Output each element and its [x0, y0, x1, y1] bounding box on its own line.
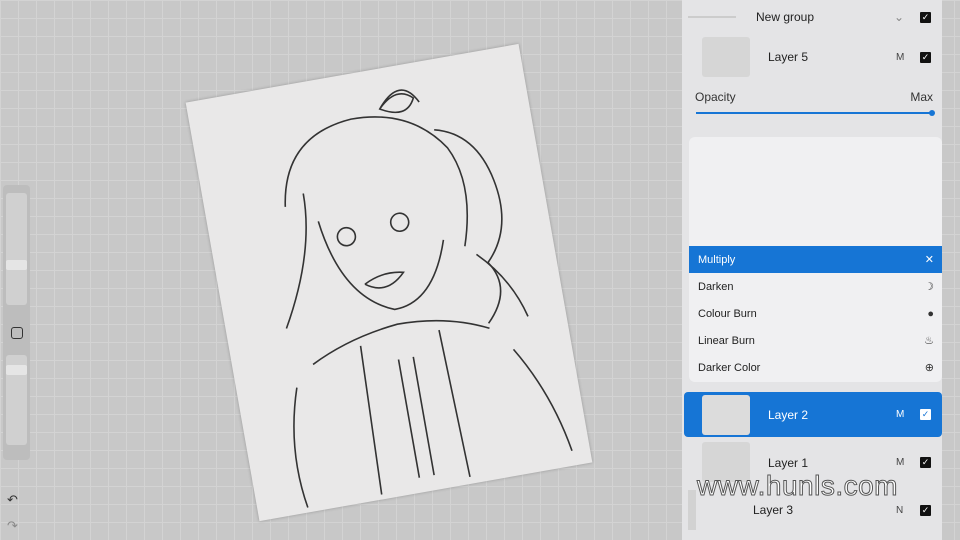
modify-button[interactable] [11, 327, 23, 339]
layer-label: Layer 2 [768, 407, 809, 422]
layer-row-5[interactable]: Layer 5 M ✓ [682, 35, 942, 79]
opacity-slider-handle[interactable] [929, 110, 935, 116]
blend-mode-label: Linear Burn [698, 334, 755, 347]
blend-mode-letter[interactable]: N [896, 505, 903, 516]
visibility-checkbox[interactable]: ✓ [920, 409, 931, 420]
layer-label: Layer 1 [768, 455, 809, 470]
blend-mode-label: Darker Color [698, 361, 761, 374]
brush-size-slider[interactable] [6, 193, 27, 305]
blend-mode-label: Darken [698, 280, 734, 293]
left-sidebar [3, 185, 30, 460]
blend-mode-letter[interactable]: M [896, 457, 904, 468]
moon-icon: ☽ [924, 281, 934, 293]
visibility-checkbox[interactable]: ✓ [920, 51, 931, 63]
group-label: New group [756, 10, 815, 24]
blend-mode-letter[interactable]: M [896, 409, 904, 420]
opacity-value: Max [910, 90, 933, 104]
multiply-icon: ✕ [924, 254, 934, 266]
group-visibility-checkbox[interactable]: ✓ [920, 11, 931, 23]
blend-mode-darker-color[interactable]: Darker Color ⊕ [689, 354, 942, 381]
visibility-checkbox[interactable]: ✓ [920, 504, 931, 516]
opacity-slider[interactable] [696, 112, 934, 114]
burn-icon: ● [927, 307, 934, 320]
blend-mode-multiply[interactable]: Multiply ✕ [689, 246, 942, 273]
blend-mode-menu: Multiply ✕ Darken ☽ Colour Burn ● Linear Bu… [689, 137, 942, 382]
group-line [688, 16, 736, 18]
layer-label: Layer 3 [753, 503, 794, 517]
layer-thumbnail [702, 37, 750, 77]
layer-row-2[interactable]: Layer 2 M ✓ [684, 392, 942, 437]
opacity-handle[interactable] [6, 365, 27, 375]
brush-size-handle[interactable] [6, 260, 27, 270]
layer-group-row[interactable]: New group ⌄ ✓ [682, 0, 942, 34]
canvas-artwork[interactable] [185, 43, 593, 522]
plus-circle-icon: ⊕ [924, 362, 934, 374]
layer-thumbnail [702, 395, 750, 435]
sketch-drawing [284, 89, 573, 508]
undo-button[interactable]: ↶ [7, 492, 18, 508]
blend-mode-label: Multiply [698, 253, 736, 266]
blend-mode-linear-burn[interactable]: Linear Burn ♨ [689, 327, 942, 354]
blend-mode-darken[interactable]: Darken ☽ [689, 273, 942, 300]
visibility-checkbox[interactable]: ✓ [920, 457, 931, 468]
watermark: www.hunls.com [696, 470, 899, 502]
chevron-down-icon[interactable]: ⌄ [894, 10, 904, 24]
blend-mode-colour-burn[interactable]: Colour Burn ● [689, 300, 942, 327]
blend-mode-letter[interactable]: M [896, 52, 904, 63]
blend-mode-label: Colour Burn [698, 307, 757, 320]
opacity-label: Opacity [695, 90, 736, 104]
flame-icon: ♨ [924, 335, 934, 347]
group-indent-bar [688, 490, 696, 530]
redo-button[interactable]: ↷ [7, 518, 18, 534]
layer-label: Layer 5 [768, 50, 809, 64]
